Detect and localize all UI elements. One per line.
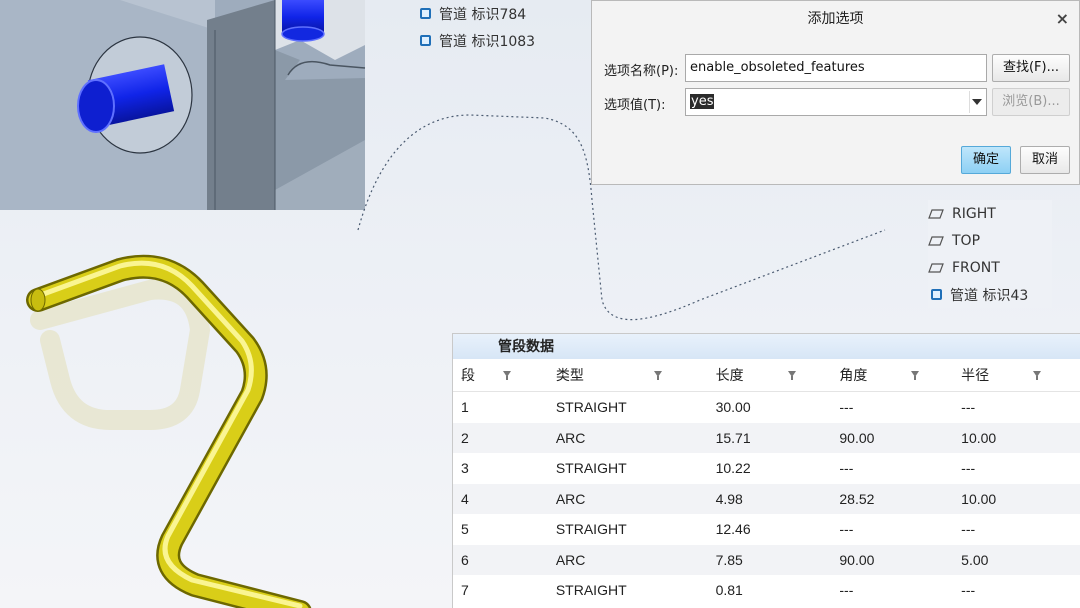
- cell-angle: ---: [839, 399, 854, 416]
- column-header-type[interactable]: 类型: [556, 359, 716, 391]
- tree-item-top[interactable]: TOP: [928, 227, 1052, 254]
- cell-length: 0.81: [715, 582, 743, 599]
- chevron-down-icon[interactable]: [972, 99, 982, 105]
- cell-length: 4.98: [715, 490, 743, 507]
- filter-icon[interactable]: [911, 371, 920, 380]
- pipe-icon: [420, 8, 431, 19]
- segment-data-table: 管段数据 段 类型 长度 角度 半径 1 STRAIGHT 30.00 --- --- 2…: [452, 333, 1080, 608]
- cell-angle: ---: [839, 582, 854, 599]
- tree-item-label: 管道 标识43: [950, 287, 1029, 304]
- cell-radius: 10.00: [961, 490, 997, 507]
- cell-radius: ---: [961, 521, 976, 538]
- cell-segment: 3: [461, 460, 469, 477]
- cell-type: STRAIGHT: [555, 521, 627, 538]
- column-header-segment[interactable]: 段: [453, 359, 556, 391]
- table-row[interactable]: 7 STRAIGHT 0.81 --- ---: [453, 575, 1080, 606]
- cell-type: ARC: [555, 490, 586, 507]
- tree-item-pipe-43[interactable]: 管道 标识43: [928, 281, 1052, 308]
- table-row[interactable]: 2 ARC 15.71 90.00 10.00: [453, 422, 1080, 453]
- cell-segment: 2: [461, 429, 469, 446]
- table-row[interactable]: 4 ARC 4.98 28.52 10.00: [453, 483, 1080, 514]
- column-header-length[interactable]: 长度: [716, 359, 840, 391]
- model-tree-right: RIGHT TOP FRONT 管道 标识43: [928, 200, 1052, 308]
- option-value-label: 选项值(T):: [604, 98, 666, 113]
- filter-icon[interactable]: [787, 371, 796, 380]
- ok-button[interactable]: 确定: [961, 146, 1011, 174]
- cell-length: 10.22: [715, 460, 751, 477]
- add-option-dialog: 添加选项 × 选项名称(P): enable_obsoleted_feature…: [591, 0, 1080, 185]
- tree-item-label: 管道 标识784: [439, 6, 527, 23]
- table-row[interactable]: 1 STRAIGHT 30.00 --- ---: [453, 392, 1080, 423]
- tree-item-pipe-784[interactable]: 管道 标识784: [420, 0, 535, 27]
- option-value-select[interactable]: yes: [685, 88, 987, 116]
- cad-block-model: [0, 0, 366, 210]
- filter-icon[interactable]: [1033, 371, 1042, 380]
- cancel-button[interactable]: 取消: [1020, 146, 1070, 174]
- pipe-icon: [931, 289, 942, 300]
- table-row[interactable]: 5 STRAIGHT 12.46 --- ---: [453, 514, 1080, 545]
- tree-item-label: TOP: [952, 232, 981, 249]
- option-name-label: 选项名称(P):: [604, 64, 679, 79]
- option-name-input[interactable]: enable_obsoleted_features: [685, 54, 987, 82]
- cell-angle: 90.00: [839, 551, 875, 568]
- datum-plane-icon: [928, 262, 944, 273]
- tree-item-right[interactable]: RIGHT: [928, 200, 1052, 227]
- tree-item-label: FRONT: [952, 259, 1000, 276]
- table-row[interactable]: 3 STRAIGHT 10.22 --- ---: [453, 453, 1080, 484]
- cell-radius: ---: [961, 399, 976, 416]
- close-icon[interactable]: ×: [1056, 1, 1069, 37]
- cell-radius: ---: [961, 460, 976, 477]
- cell-radius: ---: [961, 582, 976, 599]
- cell-angle: 28.52: [839, 490, 875, 507]
- cell-segment: 5: [461, 521, 469, 538]
- cell-type: STRAIGHT: [555, 582, 627, 599]
- tree-item-label: 管道 标识1083: [439, 33, 536, 50]
- table-header-row: 段 类型 长度 角度 半径: [453, 359, 1080, 392]
- model-tree-top: 管道 标识784 管道 标识1083: [420, 0, 535, 54]
- filter-icon[interactable]: [653, 371, 662, 380]
- cell-angle: ---: [839, 460, 854, 477]
- column-header-angle[interactable]: 角度: [839, 359, 961, 391]
- cell-length: 12.46: [715, 521, 751, 538]
- tree-item-front[interactable]: FRONT: [928, 254, 1052, 281]
- cell-segment: 1: [461, 399, 469, 416]
- column-header-radius[interactable]: 半径: [961, 359, 1080, 391]
- datum-plane-icon: [928, 208, 944, 219]
- cell-radius: 5.00: [961, 551, 989, 568]
- cell-length: 7.85: [715, 551, 743, 568]
- cell-length: 15.71: [715, 429, 751, 446]
- option-value-text: yes: [690, 94, 715, 109]
- cell-radius: 10.00: [961, 429, 997, 446]
- cell-type: STRAIGHT: [555, 399, 627, 416]
- table-title: 管段数据: [453, 334, 1080, 359]
- find-button[interactable]: 查找(F)...: [992, 54, 1070, 82]
- filter-icon[interactable]: [503, 371, 511, 380]
- cell-angle: ---: [839, 521, 854, 538]
- cell-type: ARC: [555, 429, 586, 446]
- cell-segment: 6: [461, 551, 469, 568]
- tree-item-label: RIGHT: [952, 205, 996, 222]
- datum-plane-icon: [928, 235, 944, 246]
- table-row[interactable]: 6 ARC 7.85 90.00 5.00: [453, 544, 1080, 575]
- browse-button[interactable]: 浏览(B)...: [992, 88, 1070, 116]
- cell-type: ARC: [555, 551, 586, 568]
- pipe-icon: [420, 35, 431, 46]
- dialog-title-bar: 添加选项 ×: [592, 1, 1079, 37]
- table-body: 1 STRAIGHT 30.00 --- --- 2 ARC 15.71 90.00 10.00 3…: [453, 392, 1080, 606]
- dialog-title: 添加选项: [807, 11, 864, 27]
- cell-segment: 4: [461, 490, 469, 507]
- cell-segment: 7: [461, 582, 469, 599]
- cell-angle: 90.00: [839, 429, 875, 446]
- tree-item-pipe-1083[interactable]: 管道 标识1083: [420, 27, 535, 54]
- cell-length: 30.00: [715, 399, 751, 416]
- pipe-shadow: [30, 279, 211, 430]
- cell-type: STRAIGHT: [555, 460, 627, 477]
